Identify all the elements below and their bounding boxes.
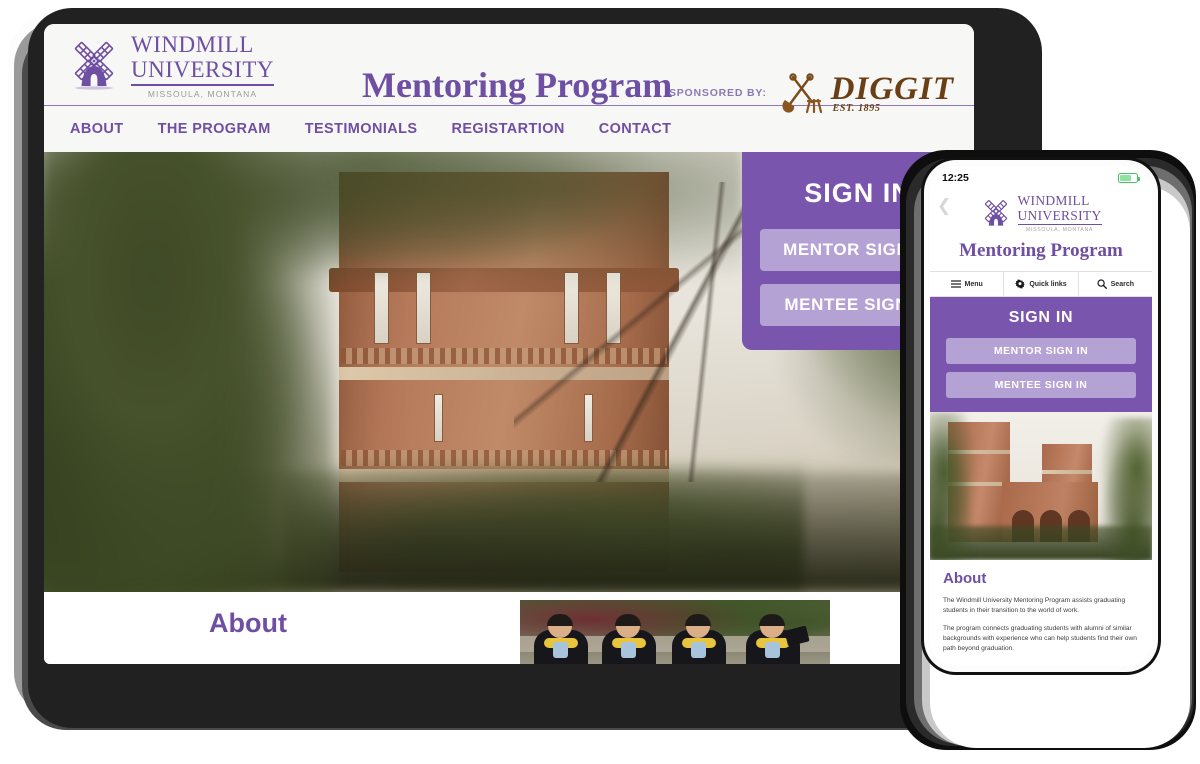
gear-icon (1015, 279, 1026, 289)
search-icon (1097, 279, 1107, 289)
phone-mentor-signin-button[interactable]: MENTOR SIGN IN (946, 338, 1136, 364)
phone-about-paragraph-2: The program connects graduating students… (943, 625, 1137, 652)
phone-hero-foliage-left (930, 412, 980, 560)
university-logo[interactable]: WINDMILL UNIVERSITY MISSOULA, MONTANA (68, 30, 274, 99)
phone-signin-title: SIGN IN (1008, 309, 1074, 326)
sponsor-label: SPONSORED BY: (668, 87, 767, 99)
windmill-icon (74, 41, 114, 90)
about-section: About (44, 592, 974, 664)
nav-item-about[interactable]: ABOUT (70, 121, 124, 137)
about-heading: About (209, 608, 287, 638)
phone-about-paragraph-1: The Windmill University Mentoring Progra… (943, 597, 1126, 614)
phone-university-wordmark: WINDMILL UNIVERSITY MISSOULA, MONTANA (1017, 193, 1102, 233)
diggit-name: DIGGIT (830, 70, 954, 107)
phone-hero-foliage-right (1094, 418, 1152, 560)
university-name-line2: UNIVERSITY (131, 57, 274, 83)
phone-status-bar: 12:25 (930, 166, 1152, 190)
graduates-image (520, 600, 830, 664)
battery-icon (1118, 173, 1140, 183)
phone-university-name-line2: UNIVERSITY (1017, 207, 1102, 223)
hamburger-icon (950, 280, 961, 288)
phone-tool-menu-label: Menu (964, 280, 983, 288)
mockup-stage: WINDMILL UNIVERSITY MISSOULA, MONTANA Me… (0, 0, 1200, 764)
shovel-pitchfork-icon (782, 73, 822, 114)
phone-signin-panel: SIGN IN MENTOR SIGN IN MENTEE SIGN IN (930, 297, 1152, 412)
graduate-figure (598, 614, 660, 664)
phone-tool-quick-links[interactable]: Quick links (1004, 272, 1079, 296)
graduate-figure (668, 614, 730, 664)
desktop-screen: WINDMILL UNIVERSITY MISSOULA, MONTANA Me… (44, 24, 974, 664)
phone-tool-search-label: Search (1110, 280, 1134, 288)
phone-page-title: Mentoring Program (959, 240, 1123, 261)
phone-university-name-line1: WINDMILL (1017, 193, 1090, 208)
windmill-icon (984, 200, 1007, 226)
site-header: WINDMILL UNIVERSITY MISSOULA, MONTANA Me… (44, 24, 974, 114)
diggit-wordmark: DIGGIT EST. 1895 (830, 70, 954, 114)
page-title: Mentoring Program (362, 65, 673, 105)
diggit-logo[interactable]: DIGGIT EST. 1895 (779, 72, 954, 114)
phone-about-section: About The Windmill University Mentoring … (930, 560, 1152, 666)
nav-item-registartion[interactable]: REGISTARTION (451, 121, 564, 137)
chevron-left-icon[interactable]: ❮ (937, 196, 951, 216)
phone-wordmark-rule (1017, 224, 1102, 225)
graduate-figure (742, 614, 810, 664)
hero-tree-left (44, 152, 334, 592)
sponsor-block: SPONSORED BY: DIGGIT EST. 1895 (669, 72, 954, 114)
phone-clock: 12:25 (942, 172, 969, 184)
phone-tool-menu[interactable]: Menu (930, 272, 1005, 296)
wordmark-rule (131, 84, 274, 86)
university-wordmark: WINDMILL UNIVERSITY MISSOULA, MONTANA (131, 30, 274, 99)
nav-item-contact[interactable]: CONTACT (599, 121, 672, 137)
phone-mentee-signin-button[interactable]: MENTEE SIGN IN (946, 372, 1136, 398)
phone-toolbar: Menu Quick links Search (930, 271, 1152, 297)
nav-item-the-program[interactable]: THE PROGRAM (158, 121, 271, 137)
hero-window (434, 394, 443, 442)
hero-section: SIGN IN MENTOR SIGN IN MENTEE SIGN IN (44, 152, 974, 592)
phone-brand-header: WINDMILL UNIVERSITY MISSOULA, MONTANA Me… (930, 190, 1152, 271)
phone-tool-quick-links-label: Quick links (1029, 280, 1067, 288)
phone-tool-search[interactable]: Search (1079, 272, 1152, 296)
phone-university-logo[interactable]: WINDMILL UNIVERSITY MISSOULA, MONTANA (930, 193, 1152, 233)
university-name-line1: WINDMILL (131, 32, 254, 58)
phone-about-heading: About (943, 570, 987, 587)
phone-screen: 12:25 ❮ WINDMILL UNIVERSITY MISSOULA, MO… (930, 166, 1152, 666)
phone-university-location: MISSOULA, MONTANA (1025, 227, 1094, 233)
graduate-figure (530, 614, 592, 664)
phone-hero-image (930, 412, 1152, 560)
nav-item-testimonials[interactable]: TESTIMONIALS (305, 121, 418, 137)
university-location: MISSOULA, MONTANA (147, 88, 258, 99)
